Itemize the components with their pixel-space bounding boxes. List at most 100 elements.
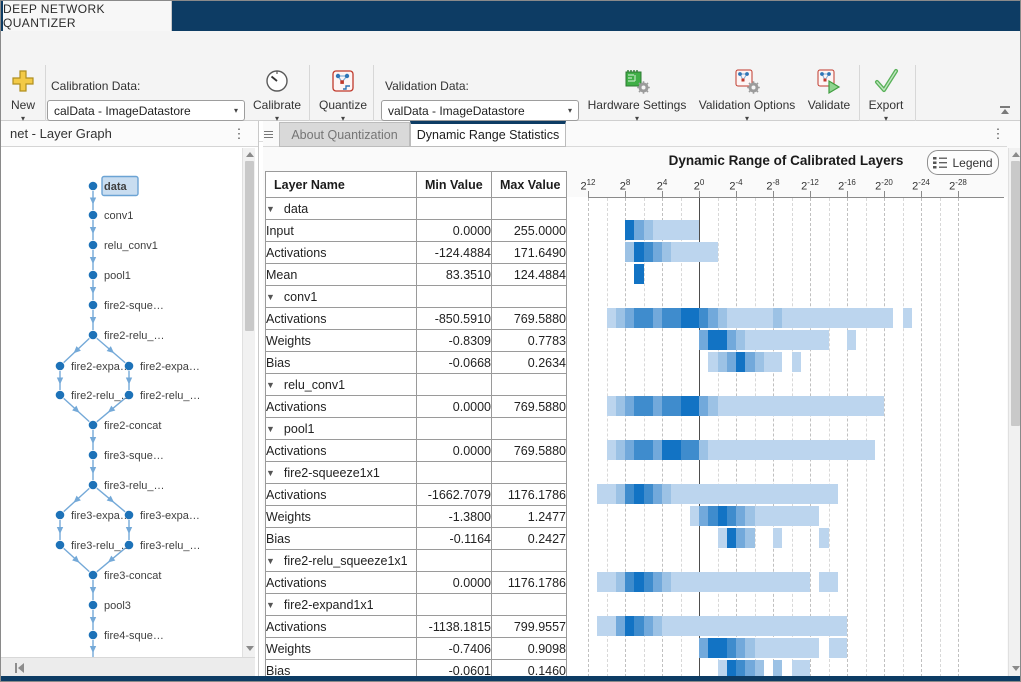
table-row[interactable]: Weights-0.74060.9098	[266, 638, 567, 660]
graph-node-label: fire4-sque…	[104, 630, 164, 642]
group-collapse-icon[interactable]: ▼	[266, 424, 275, 434]
table-row[interactable]: Activations-124.4884171.6490	[266, 242, 567, 264]
calibrate-button[interactable]: Calibrate ▾	[247, 67, 307, 123]
table-cell: 0.2427	[492, 528, 567, 550]
table-cell: 799.9557	[492, 616, 567, 638]
graph-node-label: fire3-relu_…	[140, 540, 201, 552]
table-group-row[interactable]: ▼relu_conv1	[266, 374, 567, 396]
layer-graph-panel: net - Layer Graph ⋮ data conv1 relu_conv1p…	[1, 121, 259, 677]
group-collapse-icon[interactable]: ▼	[266, 600, 275, 610]
table-group-row[interactable]: ▼fire2-squeeze1x1	[266, 462, 567, 484]
graph-node-label: data	[104, 181, 128, 193]
table-row[interactable]: Activations-850.5910769.5880	[266, 308, 567, 330]
table-row[interactable]: Input0.0000255.0000	[266, 220, 567, 242]
table-cell: -124.4884	[417, 242, 492, 264]
validation-data-select[interactable]: valData - ImageDatastore ▾	[381, 100, 579, 121]
layer-name-cell: Bias	[266, 352, 417, 374]
validation-options-button[interactable]: Validation Options ▾	[695, 67, 799, 123]
table-row[interactable]: Activations0.0000769.5880	[266, 396, 567, 418]
layer-graph-horizontal-scrollbar[interactable]	[1, 657, 255, 677]
group-collapse-icon[interactable]: ▼	[266, 556, 275, 566]
table-row[interactable]: Weights-0.83090.7783	[266, 330, 567, 352]
quantize-button[interactable]: Quantize ▾	[311, 67, 375, 123]
app-ribbon-tab[interactable]: DEEP NETWORK QUANTIZER	[3, 1, 172, 31]
col-header-max-value[interactable]: Max Value	[492, 172, 567, 198]
skip-to-start-icon[interactable]	[15, 663, 25, 673]
graph-node-label: conv1	[104, 210, 133, 222]
table-row[interactable]: Activations-1138.1815799.9557	[266, 616, 567, 638]
chart-plot-area	[567, 197, 1007, 677]
col-header-layer-name[interactable]: Layer Name	[266, 172, 417, 198]
layer-graph-panel-header: net - Layer Graph	[1, 121, 258, 147]
table-cell: -1138.1815	[417, 616, 492, 638]
table-group-row[interactable]: ▼fire2-relu_squeeze1x1	[266, 550, 567, 572]
col-header-min-value[interactable]: Min Value	[417, 172, 492, 198]
export-check-icon	[873, 67, 899, 95]
table-group-row[interactable]: ▼pool1	[266, 418, 567, 440]
quantize-network-icon	[330, 67, 356, 95]
table-cell	[492, 594, 567, 616]
table-cell: 0.0000	[417, 440, 492, 462]
hardware-settings-button[interactable]: Hardware Settings ▾	[587, 67, 687, 123]
deep-network-quantizer-window: DEEP NETWORK QUANTIZER New ▾ Calibration…	[0, 0, 1021, 682]
table-row[interactable]: Activations0.00001176.1786	[266, 572, 567, 594]
table-cell	[492, 286, 567, 308]
graph-node-label: fire3-expa…	[71, 510, 131, 522]
group-collapse-icon[interactable]: ▼	[266, 204, 275, 214]
table-cell: 769.5880	[492, 440, 567, 462]
table-row[interactable]: Mean83.3510124.4884	[266, 264, 567, 286]
dynamic-range-table: Layer Name Min Value Max Value ▼dataInpu…	[265, 171, 567, 682]
chart-vertical-scrollbar[interactable]	[1008, 148, 1021, 677]
calibration-data-select[interactable]: calData - ImageDatastore ▾	[47, 100, 245, 121]
table-cell	[492, 418, 567, 440]
group-collapse-icon[interactable]: ▼	[266, 380, 275, 390]
table-cell: 1176.1786	[492, 484, 567, 506]
legend-icon	[933, 157, 947, 169]
table-cell: -0.7406	[417, 638, 492, 660]
tab-dynamic-range-statistics[interactable]: Dynamic Range Statistics	[410, 121, 566, 147]
table-cell	[417, 594, 492, 616]
graph-node-label: fire3-expa…	[140, 510, 200, 522]
new-button[interactable]: New ▾	[3, 67, 43, 123]
layer-name-cell: ▼conv1	[266, 286, 417, 308]
table-row[interactable]: Bias-0.06680.2634	[266, 352, 567, 374]
table-cell: -1.3800	[417, 506, 492, 528]
graph-node-label: pool3	[104, 600, 131, 612]
tab-about-quantization[interactable]: About Quantization	[279, 122, 410, 147]
group-collapse-icon[interactable]: ▼	[266, 468, 275, 478]
export-button[interactable]: Export ▾	[859, 67, 913, 123]
group-collapse-icon[interactable]: ▼	[266, 292, 275, 302]
table-group-row[interactable]: ▼conv1	[266, 286, 567, 308]
collapse-ribbon-button[interactable]	[999, 106, 1011, 115]
layer-graph-vertical-scrollbar[interactable]	[242, 148, 255, 657]
panel-menu-icon[interactable]: ⋮	[232, 127, 246, 140]
legend-button[interactable]: Legend	[927, 150, 999, 175]
validate-button[interactable]: Validate	[801, 67, 857, 112]
calibration-data-label: Calibration Data:	[51, 79, 140, 93]
layer-name-cell: Activations	[266, 572, 417, 594]
table-cell: 0.7783	[492, 330, 567, 352]
layer-name-cell: ▼fire2-squeeze1x1	[266, 462, 417, 484]
layer-name-cell: Activations	[266, 440, 417, 462]
document-menu-icon[interactable]: ⋮	[991, 127, 1005, 140]
table-row[interactable]: Activations0.0000769.5880	[266, 440, 567, 462]
table-row[interactable]: Activations-1662.70791176.1786	[266, 484, 567, 506]
validation-options-gear-icon	[733, 67, 761, 95]
table-cell	[417, 550, 492, 572]
table-row[interactable]: Weights-1.38001.2477	[266, 506, 567, 528]
graph-node-label: relu_conv1	[104, 240, 158, 252]
table-group-row[interactable]: ▼fire2-expand1x1	[266, 594, 567, 616]
layer-graph-canvas[interactable]: dataconv1relu_conv1pool1fire2-sque…fire2…	[1, 147, 241, 657]
table-group-row[interactable]: ▼data	[266, 198, 567, 220]
ribbon-toolbar: New ▾ Calibration Data: calData - ImageD…	[1, 31, 1021, 121]
document-list-icon[interactable]	[264, 129, 273, 140]
table-cell: 255.0000	[492, 220, 567, 242]
table-header-row: Layer Name Min Value Max Value	[266, 172, 567, 198]
layer-name-cell: Weights	[266, 638, 417, 660]
table-cell: 124.4884	[492, 264, 567, 286]
table-cell	[492, 374, 567, 396]
graph-node-label: fire2-relu_…	[140, 390, 201, 402]
table-cell: -850.5910	[417, 308, 492, 330]
table-row[interactable]: Bias-0.11640.2427	[266, 528, 567, 550]
graph-node-label: fire2-relu_…	[104, 330, 165, 342]
